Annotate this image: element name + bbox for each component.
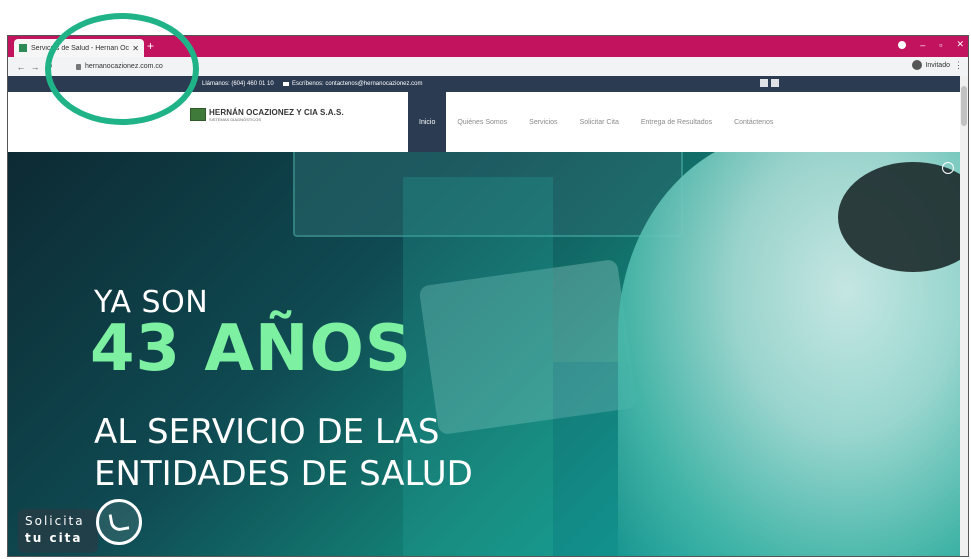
site-logo[interactable]: HERNÁN OCAZIONEZ Y CIA S.A.S. SISTEMAS D… bbox=[190, 108, 344, 122]
envelope-icon bbox=[283, 82, 289, 86]
hero-line-3: AL SERVICIO DE LAS bbox=[94, 412, 440, 452]
annotation-circle bbox=[45, 13, 199, 125]
whatsapp-label-line-1: Solicita bbox=[25, 514, 85, 528]
nav-quienes-somos[interactable]: Quiénes Somos bbox=[446, 92, 518, 152]
browser-menu-icon[interactable]: ⋮ bbox=[954, 60, 963, 71]
forward-icon[interactable]: → bbox=[28, 62, 42, 72]
facebook-icon[interactable] bbox=[760, 79, 768, 87]
nav-contactenos[interactable]: Contáctenos bbox=[723, 92, 784, 152]
profile-button[interactable]: Invitado bbox=[912, 60, 950, 70]
minimize-icon[interactable]: – bbox=[920, 40, 925, 50]
instagram-icon[interactable] bbox=[771, 79, 779, 87]
nav-inicio[interactable]: Inicio bbox=[408, 92, 447, 152]
profile-avatar-icon bbox=[912, 60, 923, 70]
email-link[interactable]: Escríbenos: contactenos@hernanocazionez.… bbox=[283, 81, 423, 87]
hero-overlay-panel bbox=[403, 177, 553, 556]
whatsapp-widget[interactable]: Solicita tu cita bbox=[18, 499, 158, 556]
hero-line-2: 43 AÑOS bbox=[90, 312, 412, 386]
logo-name: HERNÁN OCAZIONEZ Y CIA S.A.S. bbox=[209, 108, 344, 117]
logo-subtitle: SISTEMAS DIAGNÓSTICOS bbox=[209, 117, 262, 122]
main-nav: Inicio Quiénes Somos Servicios Solicitar… bbox=[408, 92, 784, 152]
nav-entrega-resultados[interactable]: Entrega de Resultados bbox=[630, 92, 723, 152]
nav-solicitar-cita[interactable]: Solicitar Cita bbox=[569, 92, 630, 152]
email-text: Escríbenos: contactenos@hernanocazionez.… bbox=[292, 81, 423, 87]
logo-mark-icon bbox=[190, 108, 206, 121]
whatsapp-label-line-2: tu cita bbox=[25, 531, 83, 545]
nav-servicios[interactable]: Servicios bbox=[518, 92, 568, 152]
site-favicon-icon bbox=[19, 44, 27, 52]
hero-banner: YA SON 43 AÑOS AL SERVICIO DE LAS ENTIDA… bbox=[8, 152, 968, 556]
whatsapp-icon[interactable] bbox=[96, 499, 142, 545]
maximize-icon[interactable]: ▫ bbox=[939, 40, 942, 50]
slider-indicator[interactable] bbox=[942, 162, 954, 174]
window-controls: – ▫ ✕ bbox=[898, 39, 964, 50]
extension-icon[interactable] bbox=[898, 40, 907, 49]
social-links bbox=[760, 79, 779, 87]
scrollbar-thumb[interactable] bbox=[961, 86, 967, 126]
phone-handset-icon bbox=[108, 511, 130, 533]
phone-text: Llámanos: (604) 460 01 10 bbox=[202, 81, 274, 87]
hero-line-4: ENTIDADES DE SALUD bbox=[94, 454, 473, 494]
close-window-icon[interactable]: ✕ bbox=[956, 39, 964, 50]
back-icon[interactable]: ← bbox=[14, 62, 28, 72]
page-scrollbar[interactable] bbox=[960, 76, 968, 556]
profile-label: Invitado bbox=[925, 61, 950, 69]
